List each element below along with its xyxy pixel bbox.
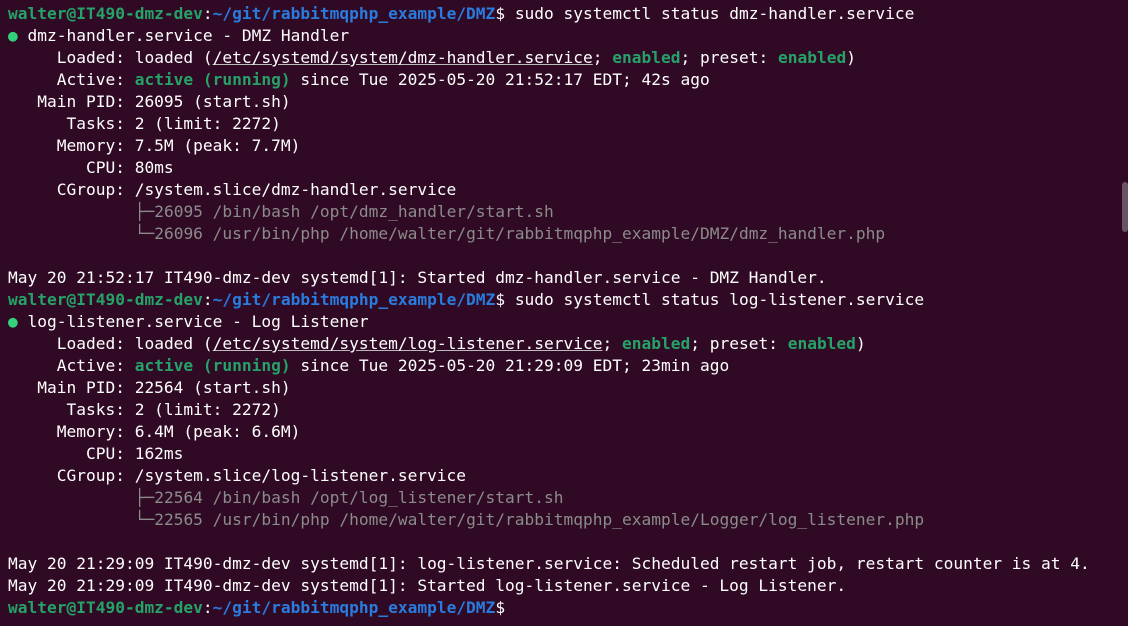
service-title: dmz-handler.service - DMZ Handler xyxy=(17,26,350,45)
terminal-window[interactable]: walter@IT490-dmz-dev:~/git/rabbitmqphp_e… xyxy=(0,0,1128,626)
prompt-separator: : xyxy=(202,4,213,23)
loaded-line: Loaded: loaded (/etc/systemd/system/dmz-… xyxy=(8,47,1128,69)
prompt-separator: : xyxy=(202,598,213,617)
preset-label: ; preset: xyxy=(680,48,778,67)
cgroup-line: CGroup: /system.slice/dmz-handler.servic… xyxy=(8,180,457,199)
loaded-suffix: ) xyxy=(846,48,856,67)
loaded-label: Loaded: xyxy=(8,334,135,353)
active-line: Active: active (running) since Tue 2025-… xyxy=(8,355,1128,377)
active-label: Active: xyxy=(8,70,135,89)
prompt-dollar: $ xyxy=(495,598,515,617)
prompt-dollar: $ xyxy=(495,290,515,309)
tree-branch-icon: ├─ xyxy=(134,202,155,221)
journal-log-line: May 20 21:52:17 IT490-dmz-dev systemd[1]… xyxy=(8,268,827,287)
service-title: log-listener.service - Log Listener xyxy=(17,312,369,331)
loaded-prefix: loaded ( xyxy=(134,334,213,353)
active-state: active (running) xyxy=(134,70,291,89)
process-line: └─22565 /usr/bin/php /home/walter/git/ra… xyxy=(8,509,1128,531)
active-since: since Tue 2025-05-20 21:29:09 EDT; 23min… xyxy=(290,356,730,375)
process-line: ├─22564 /bin/bash /opt/log_listener/star… xyxy=(8,487,1128,509)
journal-log-line: May 20 21:29:09 IT490-dmz-dev systemd[1]… xyxy=(8,554,1090,573)
prompt-line: walter@IT490-dmz-dev:~/git/rabbitmqphp_e… xyxy=(8,3,1128,25)
service-header: ● dmz-handler.service - DMZ Handler xyxy=(8,25,1128,47)
loaded-suffix: ) xyxy=(855,334,866,353)
enabled-badge: enabled xyxy=(622,334,691,353)
enabled-badge: enabled xyxy=(612,48,681,67)
status-dot-icon: ● xyxy=(8,26,18,45)
prompt-path: ~/git/rabbitmqphp_example/DMZ xyxy=(212,4,496,23)
prompt-path: ~/git/rabbitmqphp_example/DMZ xyxy=(212,290,496,309)
status-dot-icon: ● xyxy=(8,312,18,331)
loaded-separator: ; xyxy=(602,334,622,353)
cpu-line: CPU: 80ms xyxy=(8,158,174,177)
tree-branch-icon: ├─ xyxy=(134,488,155,507)
process-entry: 26095 /bin/bash /opt/dmz_handler/start.s… xyxy=(154,202,554,221)
active-since: since Tue 2025-05-20 21:52:17 EDT; 42s a… xyxy=(290,70,710,89)
prompt-user-host: walter@IT490-dmz-dev xyxy=(8,290,203,309)
loaded-separator: ; xyxy=(592,48,613,67)
active-line: Active: active (running) since Tue 2025-… xyxy=(8,69,1128,91)
terminal-output: walter@IT490-dmz-dev:~/git/rabbitmqphp_e… xyxy=(8,3,1128,619)
prompt-user-host: walter@IT490-dmz-dev xyxy=(8,4,203,23)
memory-line: Memory: 6.4M (peak: 6.6M) xyxy=(8,422,301,441)
unit-file-path: /etc/systemd/system/log-listener.service xyxy=(212,334,603,353)
process-entry: 26096 /usr/bin/php /home/walter/git/rabb… xyxy=(154,224,886,243)
prompt-line: walter@IT490-dmz-dev:~/git/rabbitmqphp_e… xyxy=(8,289,1128,311)
command-text: sudo systemctl status log-listener.servi… xyxy=(514,290,925,309)
journal-log-line: May 20 21:29:09 IT490-dmz-dev systemd[1]… xyxy=(8,576,847,595)
main-pid-line: Main PID: 22564 (start.sh) xyxy=(8,378,291,397)
service-header: ● log-listener.service - Log Listener xyxy=(8,311,1128,333)
prompt-line[interactable]: walter@IT490-dmz-dev:~/git/rabbitmqphp_e… xyxy=(8,597,1128,619)
prompt-user-host: walter@IT490-dmz-dev xyxy=(8,598,203,617)
tasks-line: Tasks: 2 (limit: 2272) xyxy=(8,400,281,419)
tree-end-icon: └─ xyxy=(134,510,155,529)
active-state: active (running) xyxy=(134,356,291,375)
preset-label: ; preset: xyxy=(690,334,788,353)
command-text: sudo systemctl status dmz-handler.servic… xyxy=(514,4,915,23)
memory-line: Memory: 7.5M (peak: 7.7M) xyxy=(8,136,301,155)
text-cursor[interactable] xyxy=(515,600,525,618)
unit-file-path: /etc/systemd/system/dmz-handler.service xyxy=(212,48,593,67)
loaded-line: Loaded: loaded (/etc/systemd/system/log-… xyxy=(8,333,1128,355)
preset-enabled-badge: enabled xyxy=(787,334,856,353)
prompt-path: ~/git/rabbitmqphp_example/DMZ xyxy=(212,598,496,617)
preset-enabled-badge: enabled xyxy=(777,48,847,67)
process-line: ├─26095 /bin/bash /opt/dmz_handler/start… xyxy=(8,201,1128,223)
loaded-label: Loaded: xyxy=(8,48,135,67)
cpu-line: CPU: 162ms xyxy=(8,444,184,463)
prompt-dollar: $ xyxy=(495,4,515,23)
cgroup-line: CGroup: /system.slice/log-listener.servi… xyxy=(8,466,467,485)
tasks-line: Tasks: 2 (limit: 2272) xyxy=(8,114,281,133)
process-entry: 22564 /bin/bash /opt/log_listener/start.… xyxy=(154,488,564,507)
loaded-prefix: loaded ( xyxy=(134,48,213,67)
main-pid-line: Main PID: 26095 (start.sh) xyxy=(8,92,291,111)
process-entry: 22565 /usr/bin/php /home/walter/git/rabb… xyxy=(154,510,925,529)
scrollbar-thumb[interactable] xyxy=(1122,182,1128,232)
tree-end-icon: └─ xyxy=(134,224,155,243)
active-label: Active: xyxy=(8,356,135,375)
prompt-separator: : xyxy=(202,290,213,309)
process-line: └─26096 /usr/bin/php /home/walter/git/ra… xyxy=(8,223,1128,245)
